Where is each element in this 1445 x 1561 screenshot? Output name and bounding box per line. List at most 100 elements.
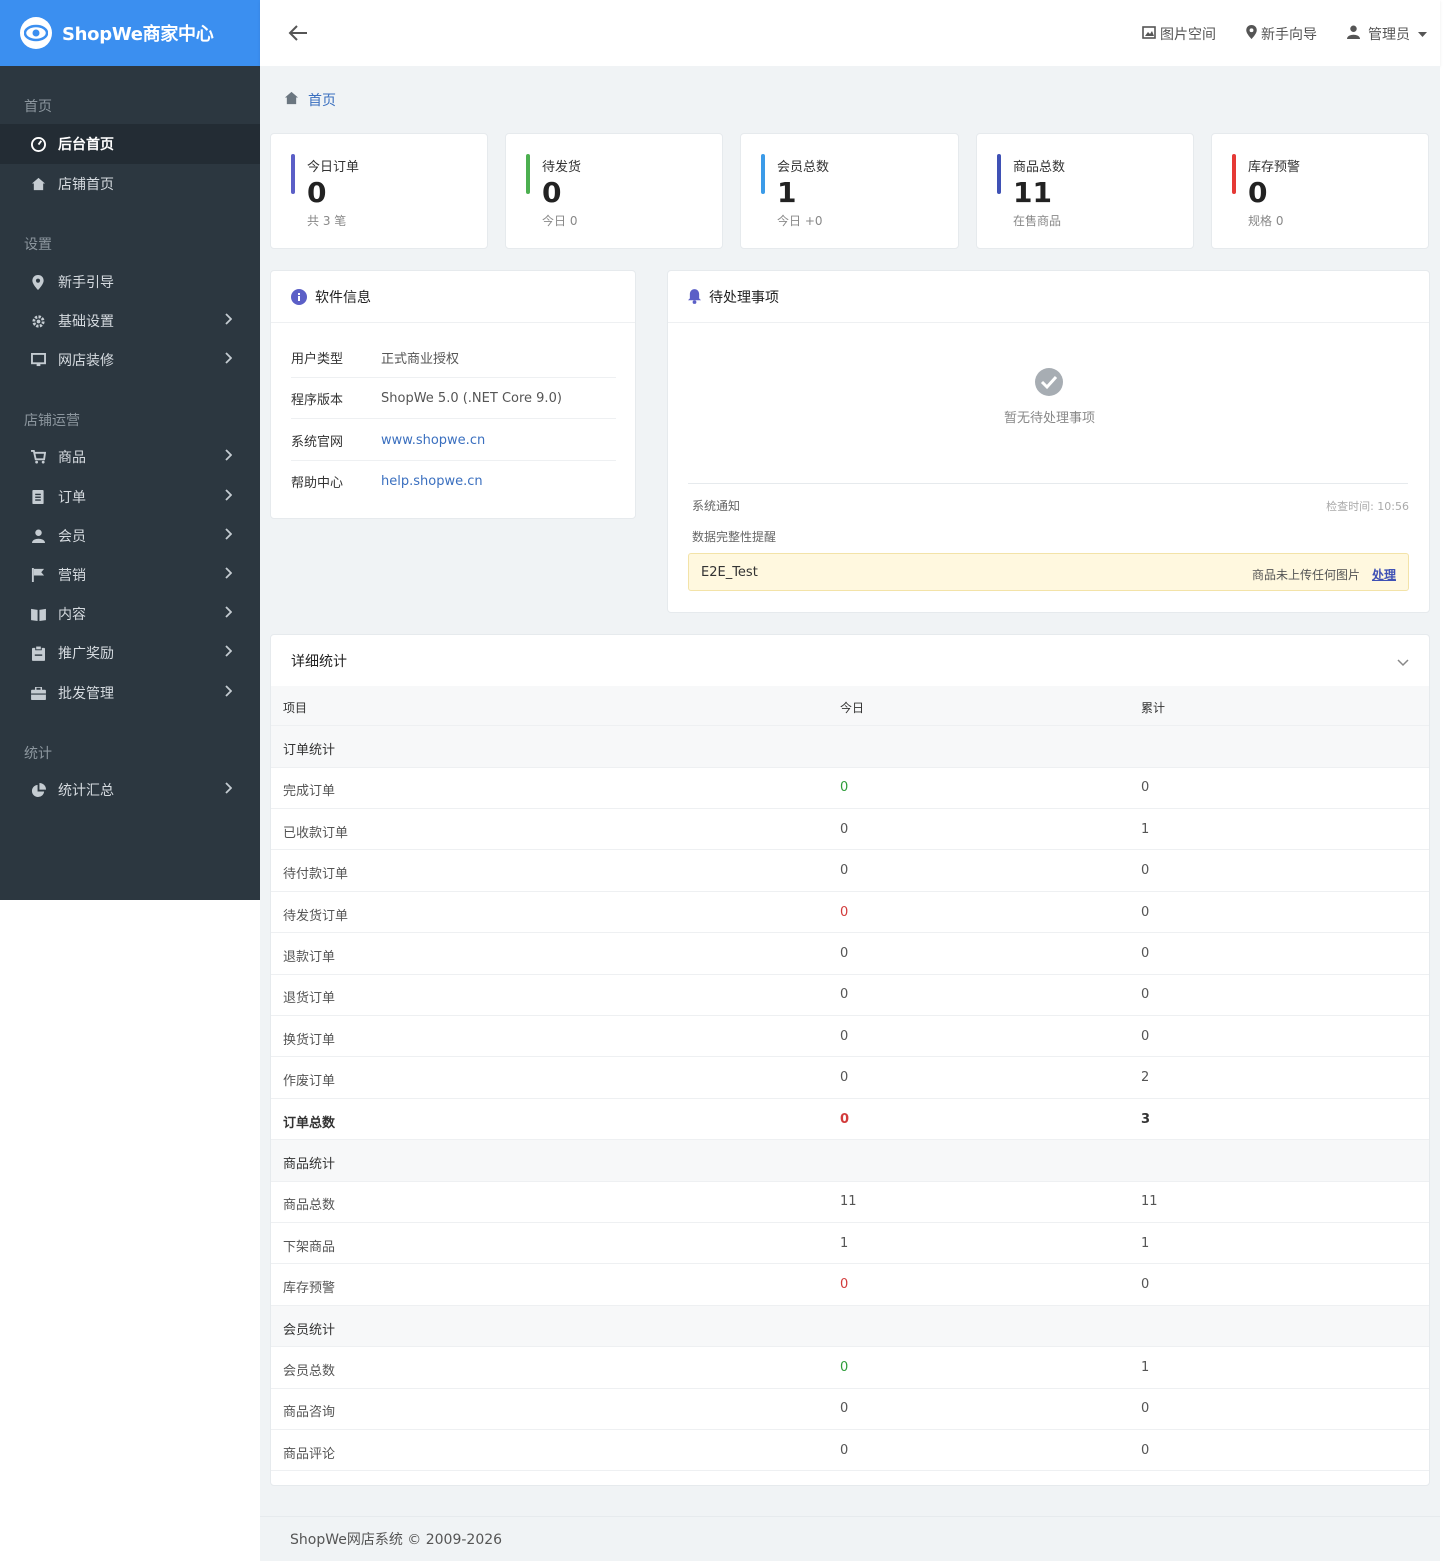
table-row: 订单总数 0 3 xyxy=(271,1099,1429,1141)
today-value: 0 xyxy=(840,780,849,796)
row-label: 换货订单 xyxy=(283,1032,336,1048)
stat-card-total-members[interactable]: 会员总数 1 今日 +0 xyxy=(740,133,959,249)
sidebar-item-members[interactable]: 会员 xyxy=(0,516,260,556)
user-icon xyxy=(30,528,46,544)
stat-sub: 今日 0 xyxy=(542,214,578,228)
home-icon xyxy=(30,176,46,192)
total-value: 0 xyxy=(1141,904,1150,920)
table-group-row: 会员统计 xyxy=(271,1305,1429,1348)
check-circle-icon xyxy=(1034,367,1064,401)
brand-logo-icon xyxy=(20,17,52,49)
panel-header: 待处理事项 xyxy=(668,271,1429,323)
sidebar-item-stats-summary[interactable]: 统计汇总 xyxy=(0,770,260,810)
info-row: 系统官网 www.shopwe.cn xyxy=(291,420,616,461)
sidebar-item-label: 后台首页 xyxy=(58,137,114,153)
stat-card-pending-shipment[interactable]: 待发货 0 今日 0 xyxy=(505,133,723,249)
panel-header[interactable]: 详细统计 xyxy=(271,635,1429,687)
home-icon xyxy=(284,91,299,109)
info-key: 程序版本 xyxy=(291,392,344,408)
brand-bar[interactable]: ShopWe商家中心 xyxy=(0,0,260,66)
today-value: 0 xyxy=(840,863,849,879)
check-time: 检查时间: 10:56 xyxy=(1326,500,1409,513)
caret-down-icon xyxy=(1418,26,1431,42)
table-row: 下架商品 1 1 xyxy=(271,1223,1429,1265)
menu-group-home: 首页 xyxy=(24,99,52,115)
cart-icon xyxy=(30,449,46,465)
pending-items-panel: 待处理事项 暂无待处理事项 系统通知 检查时间: 10:56 数据完整性提醒 E… xyxy=(667,270,1430,613)
today-value: 0 xyxy=(840,904,849,920)
stat-card-today-orders[interactable]: 今日订单 0 共 3 笔 xyxy=(270,133,488,249)
row-label: 订单统计 xyxy=(283,743,336,758)
user-menu[interactable]: 管理员 xyxy=(1347,24,1431,44)
breadcrumb-home-link[interactable]: 首页 xyxy=(308,90,336,110)
content-area: 首页 今日订单 0 共 3 笔 待发货 0 今日 0 会员总数 1 今日 +0 … xyxy=(260,66,1440,1561)
table-row: 作废订单 0 2 xyxy=(271,1057,1429,1099)
menu-group-operations: 店铺运营 xyxy=(24,413,80,429)
total-value: 0 xyxy=(1141,1442,1150,1458)
sidebar-item-label: 统计汇总 xyxy=(58,783,114,799)
row-label: 库存预警 xyxy=(283,1281,336,1297)
table-header: 项目 今日 累计 xyxy=(271,686,1429,726)
column-header: 今日 xyxy=(840,701,865,715)
today-value: 0 xyxy=(840,1028,849,1044)
brand-name: ShopWe商家中心 xyxy=(62,24,214,45)
total-value: 0 xyxy=(1141,1028,1150,1044)
sidebar-item-orders[interactable]: 订单 xyxy=(0,477,260,517)
sidebar-item-label: 营销 xyxy=(58,568,86,584)
sidebar-item-promotion-rewards[interactable]: 推广奖励 xyxy=(0,633,260,673)
stat-sub: 今日 +0 xyxy=(777,214,823,228)
total-value: 0 xyxy=(1141,987,1150,1003)
table-row: 已收款订单 0 1 xyxy=(271,809,1429,851)
info-key: 用户类型 xyxy=(291,351,344,367)
sidebar-item-label: 内容 xyxy=(58,607,86,623)
sidebar-item-dashboard[interactable]: 后台首页 xyxy=(0,124,260,164)
chevron-right-icon xyxy=(224,645,233,661)
info-row: 帮助中心 help.shopwe.cn xyxy=(291,461,616,502)
stat-label: 商品总数 xyxy=(1013,160,1066,175)
chevron-right-icon xyxy=(224,782,233,798)
chevron-right-icon xyxy=(224,528,233,544)
alert-action-link[interactable]: 处理 xyxy=(1372,566,1396,583)
stat-card-total-products[interactable]: 商品总数 11 在售商品 xyxy=(976,133,1194,249)
row-label: 已收款订单 xyxy=(283,825,349,841)
table-row: 商品总数 11 11 xyxy=(271,1181,1429,1223)
system-notice-label: 系统通知 xyxy=(692,499,741,513)
column-header: 累计 xyxy=(1141,701,1166,715)
total-value: 1 xyxy=(1141,1360,1150,1375)
sidebar-item-beginner-guide[interactable]: 新手引导 xyxy=(0,262,260,302)
stat-value: 11 xyxy=(1013,176,1052,209)
guide-link[interactable]: 新手向导 xyxy=(1246,24,1317,44)
stat-value: 1 xyxy=(777,176,797,209)
help-center-link[interactable]: help.shopwe.cn xyxy=(381,474,483,489)
stat-sub: 共 3 笔 xyxy=(307,214,347,228)
bell-icon xyxy=(688,289,701,304)
sidebar-item-content[interactable]: 内容 xyxy=(0,594,260,634)
today-value: 11 xyxy=(840,1194,857,1210)
panel-header: 软件信息 xyxy=(271,271,635,323)
divider xyxy=(688,483,1408,484)
image-space-link[interactable]: 图片空间 xyxy=(1142,24,1216,44)
gear-icon xyxy=(30,313,46,329)
sidebar-item-label: 订单 xyxy=(58,490,86,506)
stat-accent-bar xyxy=(1232,154,1236,194)
sidebar-item-products[interactable]: 商品 xyxy=(0,437,260,477)
stat-label: 今日订单 xyxy=(307,160,360,175)
website-link[interactable]: www.shopwe.cn xyxy=(381,433,485,448)
table-row: 换货订单 0 0 xyxy=(271,1016,1429,1058)
sidebar-item-wholesale[interactable]: 批发管理 xyxy=(0,673,260,713)
stat-value: 0 xyxy=(1248,176,1268,209)
sidebar-item-basic-settings[interactable]: 基础设置 xyxy=(0,301,260,341)
sidebar-item-shop-home[interactable]: 店铺首页 xyxy=(0,164,260,204)
table-row: 退货订单 0 0 xyxy=(271,974,1429,1016)
row-label: 商品总数 xyxy=(283,1198,336,1214)
row-label: 退货订单 xyxy=(283,991,336,1007)
info-value: ShopWe 5.0 (.NET Core 9.0) xyxy=(381,390,562,406)
sidebar-item-marketing[interactable]: 营销 xyxy=(0,555,260,595)
sidebar-item-store-decoration[interactable]: 网店装修 xyxy=(0,340,260,380)
chevron-down-icon[interactable] xyxy=(1397,655,1409,671)
panel-title: 详细统计 xyxy=(291,653,347,670)
total-value: 0 xyxy=(1141,946,1150,961)
stat-card-stock-warning[interactable]: 库存预警 0 规格 0 xyxy=(1211,133,1429,249)
back-arrow-icon[interactable] xyxy=(288,24,308,46)
pie-chart-icon xyxy=(30,782,46,798)
